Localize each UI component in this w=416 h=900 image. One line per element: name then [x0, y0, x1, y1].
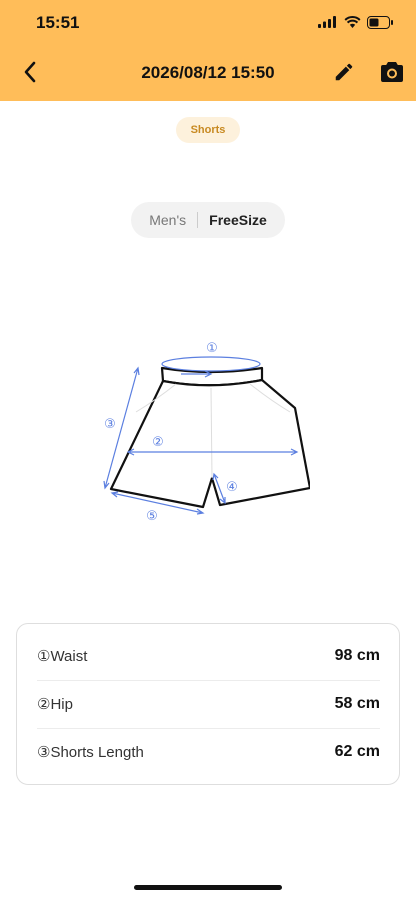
status-icons	[318, 14, 394, 30]
status-time: 15:51	[36, 13, 80, 32]
measurement-table: ①Waist 98 cm ②Hip 58 cm ③Shorts Length 6…	[16, 623, 400, 785]
wifi-icon	[344, 16, 361, 28]
size-selector[interactable]: Men's FreeSize	[131, 202, 285, 238]
edit-button[interactable]	[330, 58, 358, 86]
marker-inseam: ④	[226, 480, 238, 495]
size-gender: Men's	[149, 212, 187, 228]
measurement-label: ③Shorts Length	[37, 744, 144, 761]
measurement-label: ②Hip	[37, 696, 73, 713]
home-indicator[interactable]	[134, 885, 282, 890]
category-chip: Shorts	[176, 117, 240, 143]
camera-icon	[381, 62, 403, 82]
signal-icon	[318, 16, 336, 28]
waist-measure-line	[161, 356, 261, 372]
battery-icon	[367, 15, 393, 29]
marker-hip: ②	[152, 435, 164, 450]
measurement-value: 58 cm	[334, 695, 380, 712]
marker-length: ③	[104, 417, 116, 432]
measurement-row-hip: ②Hip 58 cm	[37, 680, 380, 728]
size-name: FreeSize	[209, 212, 267, 228]
camera-button[interactable]	[378, 58, 406, 86]
pencil-icon	[335, 63, 353, 81]
shorts-diagram: ① ② ③ ④ ⑤	[103, 341, 310, 524]
marker-waist: ①	[206, 341, 218, 356]
measurement-label: ①Waist	[37, 648, 88, 665]
measurement-value: 98 cm	[334, 647, 380, 664]
measurement-row-length: ③Shorts Length 62 cm	[37, 728, 380, 776]
measurement-value: 62 cm	[334, 743, 380, 760]
app-header: 15:51 2026/08/12 15:50	[0, 0, 416, 101]
measurement-row-waist: ①Waist 98 cm	[37, 632, 380, 680]
shorts-outline	[109, 378, 310, 509]
size-divider	[197, 212, 199, 228]
marker-hem: ⑤	[146, 509, 158, 524]
